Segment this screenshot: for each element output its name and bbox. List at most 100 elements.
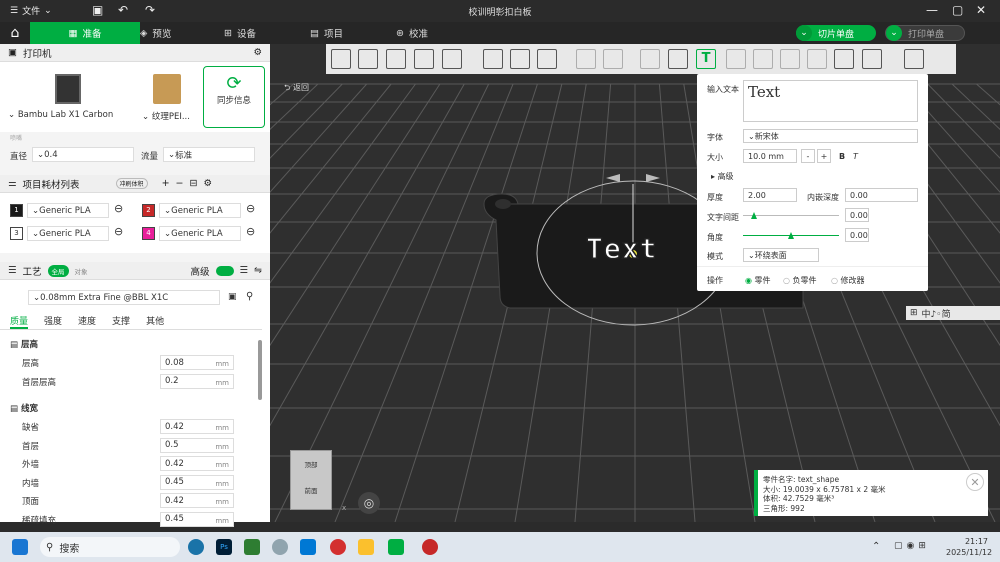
assembly-icon[interactable] (904, 49, 924, 69)
home-icon[interactable]: ⌂ (0, 22, 30, 44)
spacing-slider-thumb[interactable] (751, 212, 757, 219)
photoshop-icon[interactable]: Ps (216, 539, 232, 555)
paint-bucket-icon[interactable] (668, 49, 688, 69)
view-cube[interactable]: 顶部 前面 (290, 450, 332, 510)
filament-menu-icon[interactable]: ⊖ (246, 202, 255, 215)
seam-icon[interactable] (807, 49, 827, 69)
filament-swatch[interactable]: 2 (142, 204, 155, 217)
size-minus-button[interactable]: - (801, 149, 815, 163)
sync-button[interactable]: ⟳ 同步信息 (203, 66, 265, 128)
app-icon[interactable] (244, 539, 260, 555)
process-subtab[interactable]: 支撑 (112, 314, 130, 329)
setting-input[interactable]: 0.45 mm (160, 511, 234, 527)
flow-select[interactable]: ⌄ 标准 (163, 147, 255, 162)
setting-input[interactable]: 0.42 mm (160, 493, 234, 508)
add-cube-icon[interactable] (331, 49, 351, 69)
focus-icon[interactable]: ◎ (358, 492, 380, 514)
process-subtab[interactable]: 质量 (10, 314, 29, 329)
process-subtab[interactable]: 速度 (78, 314, 96, 329)
compare-icon[interactable]: ⇋ (254, 265, 262, 276)
setting-input[interactable]: 0.42 mm (160, 419, 234, 434)
orient-icon[interactable] (386, 49, 406, 69)
app-icon[interactable] (422, 539, 438, 555)
filament-menu-icon[interactable]: ⊖ (114, 225, 123, 238)
tray-chevron-icon[interactable]: ⌃ (872, 541, 880, 552)
clock[interactable]: 21:17 2025/11/12 (946, 536, 992, 558)
setting-input[interactable]: 0.5 mm (160, 437, 234, 453)
boolean-icon[interactable] (753, 49, 773, 69)
search-box[interactable]: ⚲ 搜索 (40, 537, 180, 557)
cut-icon[interactable] (576, 49, 596, 69)
bold-button[interactable]: B (839, 152, 845, 161)
move-icon[interactable] (483, 49, 503, 69)
bambu-studio-icon[interactable] (388, 539, 404, 555)
filament-sync-icon[interactable]: ⊟ (190, 178, 198, 189)
size-input[interactable]: 10.0 mm (743, 149, 797, 163)
process-subtab[interactable]: 其他 (146, 314, 164, 329)
italic-button[interactable]: T (853, 152, 858, 161)
advanced-toggle[interactable] (215, 265, 234, 276)
filament-menu-icon[interactable]: ⊖ (114, 202, 123, 215)
setting-input[interactable]: 0.2 mm (160, 373, 234, 389)
slice-button[interactable]: ⌄ 切片单盘 (796, 25, 876, 41)
tab-project[interactable]: ▤ 项目 (310, 22, 343, 44)
tab-device[interactable]: ⊞ 设备 (224, 22, 256, 44)
setting-input[interactable]: 0.42 mm (160, 456, 234, 471)
filament-swatch[interactable]: 3 (10, 227, 23, 240)
vscode-icon[interactable] (300, 539, 316, 555)
tab-calibrate[interactable]: ⊛ 校准 (396, 22, 428, 44)
filament-select[interactable]: ⌄ Generic PLA (27, 226, 109, 241)
arrange-icon[interactable] (358, 49, 378, 69)
measure-icon[interactable] (603, 49, 623, 69)
file-explorer-icon[interactable] (358, 539, 374, 555)
edge-icon[interactable] (188, 539, 204, 555)
rotate-icon[interactable] (510, 49, 530, 69)
setting-input[interactable]: 0.45 mm (160, 474, 234, 490)
save-icon[interactable]: ▣ (228, 292, 237, 302)
text-3d[interactable]: Text (585, 231, 657, 266)
remove-icon[interactable]: − (176, 178, 184, 189)
op-negative-radio[interactable]: ○ 负零件 (783, 275, 817, 286)
size-plus-button[interactable]: + (817, 149, 831, 163)
op-modifier-radio[interactable]: ○ 修改器 (831, 275, 865, 286)
thickness-input[interactable]: 2.00 (743, 188, 797, 202)
process-preset[interactable]: ⌄ 0.08mm Extra Fine @BBL X1C (28, 290, 220, 305)
printer-model[interactable]: ⌄ Bambu Lab X1 Carbon (8, 110, 113, 120)
scrollbar[interactable] (258, 340, 262, 400)
nozzle-select[interactable]: ⌄ 0.4 (32, 147, 134, 162)
filament-swatch[interactable]: 1 (10, 204, 23, 217)
ime-bar[interactable]: ⊞ 中♪◦简 (906, 306, 1000, 320)
op-part-radio[interactable]: ◉ 零件 (745, 275, 771, 286)
advanced-expander[interactable]: ▸ 高级 (711, 171, 734, 182)
settings-icon[interactable] (272, 539, 288, 555)
app-icon[interactable] (330, 539, 346, 555)
plate-type[interactable]: ⌄ 纹理PEI... (142, 110, 190, 122)
angle-input[interactable]: 0.00 (845, 228, 869, 242)
angle-slider-thumb[interactable] (788, 232, 794, 239)
settings-icon[interactable]: ⚙ (203, 178, 212, 189)
filament-select[interactable]: ⌄ Generic PLA (159, 226, 241, 241)
filament-menu-icon[interactable]: ⊖ (246, 225, 255, 238)
print-button[interactable]: ⌄ 打印单盘 (885, 25, 965, 41)
mesh-icon[interactable] (780, 49, 800, 69)
text-input[interactable]: Text (743, 80, 918, 122)
add-icon[interactable]: + (162, 178, 170, 189)
close-icon[interactable]: ✕ (976, 3, 986, 17)
mode-select[interactable]: ⌄ 环绕表面 (743, 248, 819, 262)
tab-prepare[interactable]: ▦ 准备 (30, 22, 140, 44)
embed-depth-input[interactable]: 0.00 (845, 188, 918, 202)
maximize-icon[interactable]: ▢ (952, 3, 963, 17)
settings-icon[interactable]: ⚙ (253, 47, 262, 58)
filament-select[interactable]: ⌄ Generic PLA (159, 203, 241, 218)
layers-icon[interactable] (442, 49, 462, 69)
list-icon[interactable]: ☰ (240, 265, 249, 276)
plate-icon[interactable] (834, 49, 854, 69)
font-select[interactable]: ⌄ 新宋体 (743, 129, 918, 143)
minimize-icon[interactable]: — (926, 3, 938, 17)
scale-icon[interactable] (537, 49, 557, 69)
emboss-icon[interactable] (726, 49, 746, 69)
ruler-icon[interactable] (862, 49, 882, 69)
setting-input[interactable]: 0.08 mm (160, 355, 234, 370)
tray-icons[interactable]: ▢◉⊞ (894, 541, 930, 551)
split-icon[interactable] (414, 49, 434, 69)
